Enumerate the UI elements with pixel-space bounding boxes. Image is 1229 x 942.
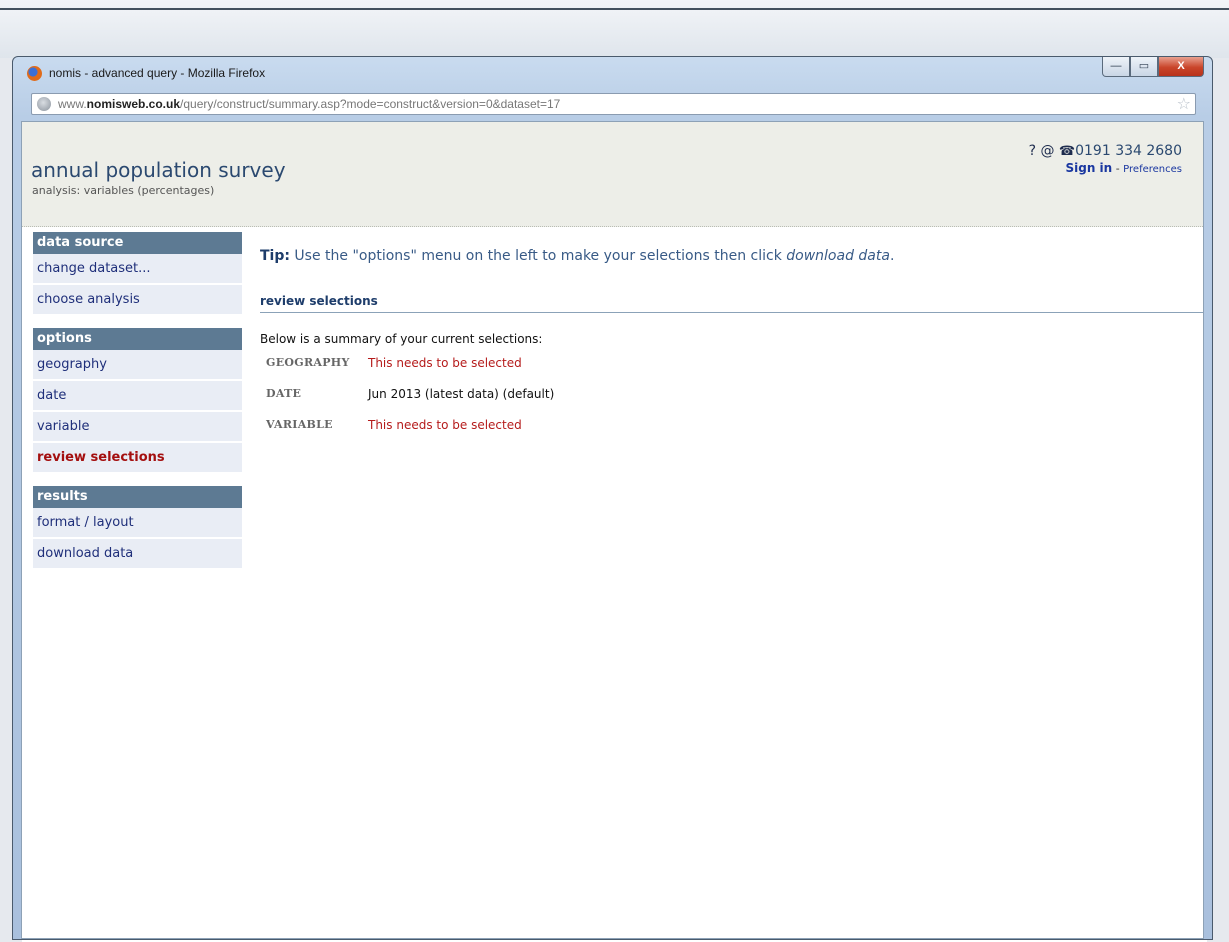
url-path: /query/construct/summary.asp?mode=constr… bbox=[180, 97, 561, 111]
sidebar-item-variable[interactable]: variable bbox=[33, 412, 242, 443]
window-title: nomis - advanced query - Mozilla Firefox bbox=[49, 66, 266, 80]
sidebar-heading-results: results bbox=[33, 486, 242, 508]
selection-value: Jun 2013 (latest data) (default) bbox=[368, 387, 555, 401]
url-domain: nomisweb.co.uk bbox=[86, 97, 181, 111]
tip-download-link: download data bbox=[786, 248, 890, 264]
selection-key: GEOGRAPHY bbox=[266, 356, 350, 369]
sidebar: data source change dataset... choose ana… bbox=[33, 232, 242, 570]
help-icon[interactable]: ? bbox=[1029, 143, 1036, 159]
phone-number: 0191 334 2680 bbox=[1075, 143, 1182, 159]
sidebar-item-download-data[interactable]: download data bbox=[33, 539, 242, 570]
contact-line: ? @ ☎0191 334 2680 bbox=[1029, 143, 1182, 159]
close-button[interactable]: X bbox=[1158, 57, 1204, 77]
tip-body: Use the "options" menu on the left to ma… bbox=[289, 248, 787, 264]
section-title: review selections bbox=[260, 294, 1203, 313]
browser-window: nomis - advanced query - Mozilla Firefox… bbox=[12, 56, 1213, 940]
url-text[interactable]: www.nomisweb.co.uk/query/construct/summa… bbox=[58, 97, 560, 111]
sidebar-item-date[interactable]: date bbox=[33, 381, 242, 412]
selection-key: VARIABLE bbox=[266, 418, 333, 431]
address-bar[interactable]: www.nomisweb.co.uk/query/construct/summa… bbox=[31, 93, 1196, 115]
site-header: annual population survey analysis: varia… bbox=[22, 122, 1203, 227]
summary-intro: Below is a summary of your current selec… bbox=[260, 332, 543, 346]
sidebar-heading-options: options bbox=[33, 328, 242, 350]
page-title: annual population survey bbox=[31, 158, 286, 182]
title-bar[interactable]: nomis - advanced query - Mozilla Firefox… bbox=[13, 57, 1212, 87]
selection-value: This needs to be selected bbox=[368, 418, 522, 432]
firefox-icon bbox=[27, 66, 42, 81]
link-separator: - bbox=[1112, 162, 1124, 175]
phone-icon: ☎ bbox=[1058, 144, 1076, 159]
page-content: annual population survey analysis: varia… bbox=[21, 121, 1204, 939]
globe-icon bbox=[37, 97, 51, 111]
sidebar-heading-data-source: data source bbox=[33, 232, 242, 254]
selection-value: This needs to be selected bbox=[368, 356, 522, 370]
sign-in-link[interactable]: Sign in bbox=[1065, 161, 1112, 175]
email-icon[interactable]: @ bbox=[1040, 143, 1054, 159]
bookmark-star-icon[interactable]: ☆ bbox=[1177, 94, 1191, 114]
sidebar-item-geography[interactable]: geography bbox=[33, 350, 242, 381]
maximize-button[interactable]: ▭ bbox=[1130, 57, 1158, 77]
minimize-button[interactable]: — bbox=[1102, 57, 1130, 77]
sidebar-item-change-dataset[interactable]: change dataset... bbox=[33, 254, 242, 285]
sidebar-item-choose-analysis[interactable]: choose analysis bbox=[33, 285, 242, 316]
tip-text: Tip: Use the "options" menu on the left … bbox=[260, 248, 894, 264]
preferences-link[interactable]: Preferences bbox=[1123, 164, 1182, 175]
page-subtitle: analysis: variables (percentages) bbox=[32, 184, 215, 197]
tip-label: Tip: bbox=[260, 248, 290, 264]
window-controls: — ▭ X bbox=[1102, 57, 1204, 77]
tip-end: . bbox=[889, 248, 895, 264]
desktop-background bbox=[0, 0, 1229, 59]
selection-key: DATE bbox=[266, 387, 302, 400]
account-links: Sign in - Preferences bbox=[1029, 161, 1182, 175]
url-prefix: www. bbox=[58, 97, 87, 111]
header-links: ? @ ☎0191 334 2680 Sign in - Preferences bbox=[1029, 143, 1182, 175]
sidebar-item-review-selections[interactable]: review selections bbox=[33, 443, 242, 474]
sidebar-item-format-layout[interactable]: format / layout bbox=[33, 508, 242, 539]
